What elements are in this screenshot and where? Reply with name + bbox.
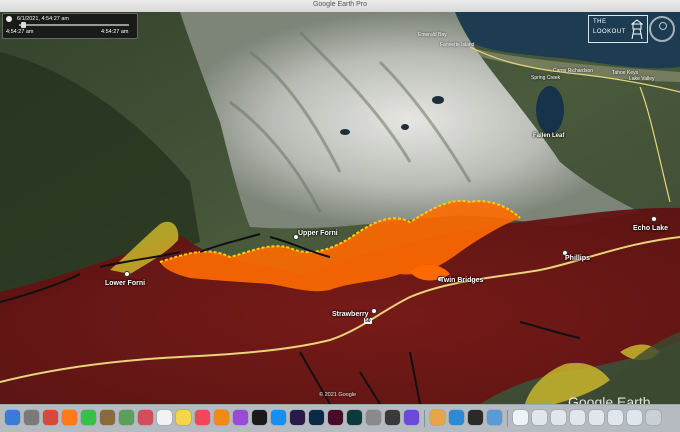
folder-icon[interactable]	[608, 410, 623, 425]
dock-separator	[507, 410, 508, 427]
label-echo-lake: Echo Lake	[633, 225, 669, 232]
podcasts-icon[interactable]	[233, 410, 248, 425]
place-marker	[651, 216, 657, 222]
label-lake-valley: Lake Valley	[629, 76, 655, 82]
label-fallen-leaf: Fallen Leaf	[533, 133, 565, 139]
time-track[interactable]	[19, 24, 129, 26]
launchpad-icon[interactable]	[24, 410, 39, 425]
map-view[interactable]: Emerald Bay Fannette Island Camp Richard…	[0, 12, 680, 404]
facetime-icon[interactable]	[100, 410, 115, 425]
label-spring-creek: Spring Creek	[531, 75, 561, 81]
window-title: Google Earth Pro	[312, 1, 368, 8]
time-start: 4:54:27 am	[6, 29, 34, 35]
safari-icon[interactable]	[449, 410, 464, 425]
logo-line-2: LOOKOUT	[593, 29, 626, 35]
label-emerald-bay: Emerald Bay	[418, 32, 447, 38]
route-shield: 50	[364, 318, 372, 324]
quicktime-icon[interactable]	[468, 410, 483, 425]
dock	[0, 404, 680, 432]
finder-icon[interactable]	[5, 410, 20, 425]
label-camp-richardson: Camp Richardson	[553, 68, 594, 74]
label-lower-forni: Lower Forni	[105, 280, 146, 287]
notes-icon[interactable]	[176, 410, 191, 425]
copyright: © 2021 Google	[319, 392, 357, 398]
alpine-lake	[340, 129, 350, 135]
app-store-icon[interactable]	[271, 410, 286, 425]
tv-icon[interactable]	[252, 410, 267, 425]
photoshop-icon[interactable]	[309, 410, 324, 425]
label-upper-forni: Upper Forni	[298, 230, 338, 237]
folder-icon[interactable]	[627, 410, 642, 425]
system-prefs-icon[interactable]	[366, 410, 381, 425]
time-end: 4:54:27 am	[101, 29, 129, 35]
north-icon[interactable]	[659, 22, 667, 30]
folder-icon[interactable]	[589, 410, 604, 425]
firefox-icon[interactable]	[62, 410, 77, 425]
label-fannette-island: Fannette Island	[440, 42, 475, 48]
document-icon[interactable]	[513, 410, 528, 425]
time-slider[interactable]: 6/1/2021, 4:54:27 am 4:54:27 am 4:54:27 …	[2, 13, 138, 39]
label-phillips: Phillips	[565, 255, 590, 262]
place-marker	[371, 308, 377, 314]
messages-icon[interactable]	[81, 410, 96, 425]
label-strawberry: Strawberry	[332, 311, 369, 318]
alpine-lake	[401, 124, 409, 130]
davinci-icon[interactable]	[385, 410, 400, 425]
premiere-icon[interactable]	[290, 410, 305, 425]
reminders-icon[interactable]	[157, 410, 172, 425]
the-lookout-logo: THE LOOKOUT	[588, 15, 648, 43]
siri-icon[interactable]	[43, 410, 58, 425]
google-earth-watermark: Google Earth	[568, 394, 651, 404]
label-twin-bridges: Twin Bridges	[440, 277, 484, 284]
music-icon[interactable]	[195, 410, 210, 425]
place-marker	[124, 271, 130, 277]
compass-control[interactable]	[649, 16, 675, 42]
vlc-icon[interactable]	[214, 410, 229, 425]
logo-line-1: THE	[593, 19, 607, 25]
photos-icon[interactable]	[430, 410, 445, 425]
preview-icon[interactable]	[487, 410, 502, 425]
dock-separator	[424, 410, 425, 427]
folder-icon[interactable]	[532, 410, 547, 425]
alpine-lake	[432, 96, 444, 104]
app-icon[interactable]	[138, 410, 153, 425]
audition-icon[interactable]	[347, 410, 362, 425]
time-knob[interactable]	[21, 22, 26, 28]
photo-booth-icon[interactable]	[119, 410, 134, 425]
folder-icon[interactable]	[570, 410, 585, 425]
lookout-tower-icon	[631, 19, 643, 39]
clock-icon[interactable]	[6, 16, 12, 22]
firefox-dev-icon[interactable]	[404, 410, 419, 425]
folder-icon[interactable]	[551, 410, 566, 425]
fallen-leaf-lake	[536, 86, 564, 134]
trash-icon[interactable]	[646, 410, 661, 425]
google-earth-window: Google Earth Pro Emerald Bay Fannette Is…	[0, 0, 680, 432]
indesign-icon[interactable]	[328, 410, 343, 425]
